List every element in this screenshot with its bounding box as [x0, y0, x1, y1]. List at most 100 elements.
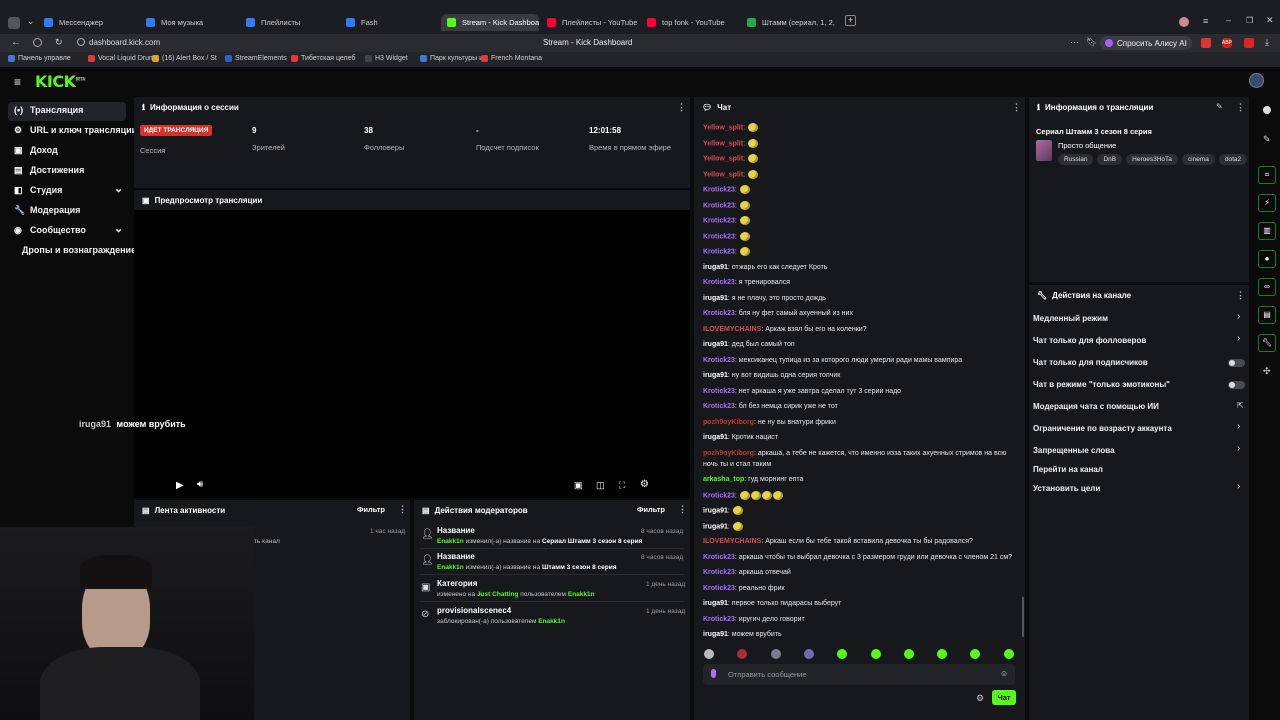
- chat-username[interactable]: Krotick23: [703, 569, 735, 576]
- emote-picker-icon[interactable]: [903, 649, 914, 659]
- reload-icon[interactable]: ↻: [55, 37, 63, 48]
- browser-tab[interactable]: top fonk - YouTube: [641, 14, 737, 31]
- emoji-icon[interactable]: ☺: [1000, 669, 1008, 678]
- toggle-switch[interactable]: [1228, 359, 1245, 367]
- subtitles-icon[interactable]: ▣: [574, 480, 583, 491]
- alice-button[interactable]: Спросить Алису AI: [1100, 36, 1192, 50]
- chat-username[interactable]: iruga91: [703, 631, 728, 638]
- mod-user[interactable]: Enakk1n: [568, 591, 595, 598]
- chat-username[interactable]: iruga91: [703, 523, 728, 530]
- more-icon[interactable]: ⋯: [1070, 37, 1079, 48]
- mic-icon[interactable]: [711, 669, 716, 678]
- channel-action-item[interactable]: Модерация чата с помощью ИИ: [1033, 402, 1159, 411]
- channel-action-item[interactable]: Чат только для фолловеров: [1033, 336, 1146, 345]
- chevron-right-icon[interactable]: ›: [1237, 421, 1240, 432]
- fullscreen-icon[interactable]: ⛶: [619, 480, 625, 491]
- stream-tag[interactable]: Russian: [1058, 154, 1094, 165]
- rail-link-icon[interactable]: ∞: [1258, 278, 1276, 296]
- stream-info-menu-icon[interactable]: ⋮: [1236, 102, 1245, 113]
- profile-icon[interactable]: [1179, 17, 1189, 27]
- menu-icon[interactable]: ≡: [1203, 16, 1208, 26]
- mod-user[interactable]: Enakk1n: [437, 538, 464, 545]
- sidebar-item[interactable]: ▤ Достижения: [14, 165, 84, 175]
- user-avatar[interactable]: [1249, 73, 1264, 88]
- stream-tag[interactable]: cinema: [1181, 154, 1215, 165]
- channel-actions-menu-icon[interactable]: ⋮: [1236, 290, 1245, 301]
- chat-username[interactable]: Yellow_split: [703, 171, 743, 178]
- chat-username[interactable]: Krotick23: [703, 310, 735, 317]
- emote-picker-icon[interactable]: [1003, 649, 1014, 659]
- chat-username[interactable]: arkasha_top: [703, 476, 744, 483]
- rail-apps-icon[interactable]: ✣: [1263, 366, 1271, 377]
- sidebar-item[interactable]: 🔧 Модерация: [14, 205, 80, 215]
- url-field[interactable]: dashboard.kick.com: [89, 38, 160, 47]
- chat-username[interactable]: Krotick23: [703, 492, 735, 499]
- chat-username[interactable]: Krotick23: [703, 202, 735, 209]
- abp-icon[interactable]: ABP: [1222, 38, 1232, 48]
- channel-action-item[interactable]: Установить цели: [1033, 484, 1100, 493]
- bookmark-item[interactable]: (16) Alert Box / St: [152, 55, 217, 62]
- browser-tab[interactable]: Плейлисты - YouTube: [541, 14, 637, 31]
- activity-menu-icon[interactable]: ⋮: [398, 504, 407, 515]
- browser-tab[interactable]: Моя музыка: [140, 14, 236, 31]
- emote-picker-icon[interactable]: [803, 649, 814, 659]
- browser-menu-icon[interactable]: [8, 17, 20, 29]
- site-info-icon[interactable]: [77, 38, 85, 46]
- mod-user[interactable]: Enakk1n: [437, 564, 464, 571]
- chat-username[interactable]: iruga91: [703, 341, 728, 348]
- chat-settings-icon[interactable]: ⚙: [976, 693, 984, 704]
- chat-username[interactable]: Krotick23: [703, 248, 735, 255]
- chat-username[interactable]: Krotick23: [703, 403, 735, 410]
- rail-wrench-icon[interactable]: 🔧︎: [1258, 334, 1276, 352]
- rail-layout-icon[interactable]: ▤: [1258, 306, 1276, 324]
- stream-tag[interactable]: DnB: [1097, 154, 1123, 165]
- chat-username[interactable]: Yellow_split: [703, 124, 743, 131]
- mod-action-item[interactable]: Название Enakk1n изменил(-а) название на …: [437, 526, 642, 545]
- modactions-filter[interactable]: Фильтр: [637, 505, 665, 514]
- play-icon[interactable]: ▶: [176, 480, 184, 491]
- toggle-switch[interactable]: [1228, 381, 1245, 389]
- bookmark-item[interactable]: StreamElements: [225, 55, 287, 62]
- browser-tab[interactable]: Stream - Kick Dashboard✕: [441, 14, 539, 31]
- hamburger-icon[interactable]: ≡: [14, 75, 21, 89]
- restore-icon[interactable]: ❐: [1246, 16, 1253, 25]
- settings-icon[interactable]: ⚙: [640, 479, 649, 490]
- mod-target[interactable]: Just Chatting: [477, 591, 519, 598]
- channel-action-item[interactable]: Чат только для подписчиков: [1033, 358, 1148, 367]
- rail-bolt-icon[interactable]: ⚡︎: [1258, 194, 1276, 212]
- bookmark-item[interactable]: Vocal Liquid Drum: [88, 55, 155, 62]
- chat-input[interactable]: Отправить сообщение ☺: [703, 664, 1015, 685]
- mod-user[interactable]: Enakk1n: [538, 618, 565, 625]
- sidebar-item[interactable]: ⚙ URL и ключ трансляции: [14, 125, 137, 135]
- chat-username[interactable]: iruga91: [703, 372, 728, 379]
- chat-username[interactable]: Krotick23: [703, 233, 735, 240]
- chevron-right-icon[interactable]: ›: [1237, 333, 1240, 344]
- chat-username[interactable]: Krotick23: [703, 357, 735, 364]
- back-icon[interactable]: ←: [11, 37, 21, 48]
- chat-username[interactable]: ILOVEMYCHAINS: [703, 538, 761, 545]
- chat-menu-icon[interactable]: ⋮: [1012, 102, 1021, 113]
- chat-username[interactable]: Yellow_split: [703, 140, 743, 147]
- browser-tab[interactable]: Плейлисты: [240, 14, 336, 31]
- channel-action-item[interactable]: Перейти на канал: [1033, 465, 1103, 474]
- rail-delete-icon[interactable]: ▥: [1258, 222, 1276, 240]
- chat-username[interactable]: pozh9oyKiborg: [703, 450, 754, 457]
- emote-picker-icon[interactable]: [870, 649, 881, 659]
- browser-tab[interactable]: Fash: [340, 14, 436, 31]
- session-menu-icon[interactable]: ⋮: [677, 102, 686, 113]
- sidebar-item[interactable]: Дропы и вознаграждение: [22, 245, 136, 255]
- chat-username[interactable]: Yellow_split: [703, 155, 743, 162]
- rail-camera-icon[interactable]: ⌗: [1258, 166, 1276, 184]
- channel-action-item[interactable]: Медленный режим: [1033, 314, 1108, 323]
- chat-send-button[interactable]: Чат: [992, 690, 1016, 705]
- chat-username[interactable]: Krotick23: [703, 217, 735, 224]
- browser-tab[interactable]: Мессенджер: [38, 14, 134, 31]
- mod-action-item[interactable]: Название Enakk1n изменил(-а) название на …: [437, 552, 617, 571]
- chat-username[interactable]: Krotick23: [703, 616, 735, 623]
- chat-username[interactable]: iruga91: [703, 264, 728, 271]
- chevron-right-icon[interactable]: ›: [1237, 311, 1240, 322]
- kick-logo[interactable]: KICKBETA: [35, 72, 85, 91]
- chevron-right-icon[interactable]: ›: [1237, 481, 1240, 492]
- download-icon[interactable]: ⤓: [1265, 37, 1269, 48]
- channel-action-item[interactable]: Чат в режиме "только эмотиконы": [1033, 380, 1170, 389]
